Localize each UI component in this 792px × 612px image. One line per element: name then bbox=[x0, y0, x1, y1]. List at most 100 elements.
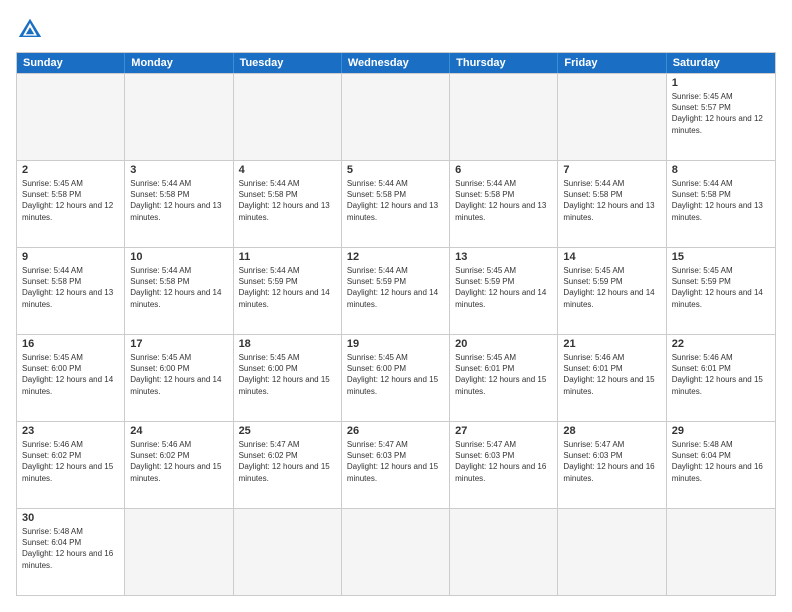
cell-info: Sunrise: 5:47 AM Sunset: 6:03 PM Dayligh… bbox=[347, 439, 444, 484]
cell-info: Sunrise: 5:44 AM Sunset: 5:58 PM Dayligh… bbox=[347, 178, 444, 223]
day-number: 20 bbox=[455, 338, 552, 350]
calendar-cell: 12 Sunrise: 5:44 AM Sunset: 5:59 PM Dayli… bbox=[342, 248, 450, 334]
cell-info: Sunrise: 5:48 AM Sunset: 6:04 PM Dayligh… bbox=[22, 526, 119, 571]
header-day-friday: Friday bbox=[558, 53, 666, 73]
cell-info: Sunrise: 5:45 AM Sunset: 5:59 PM Dayligh… bbox=[455, 265, 552, 310]
cell-info: Sunrise: 5:44 AM Sunset: 5:58 PM Dayligh… bbox=[672, 178, 770, 223]
calendar-row-3: 16 Sunrise: 5:45 AM Sunset: 6:00 PM Dayli… bbox=[17, 334, 775, 421]
calendar-cell: 17Sunrise: 5:45 AM Sunset: 6:00 PM Dayli… bbox=[125, 335, 233, 421]
cell-info: Sunrise: 5:45 AM Sunset: 6:00 PM Dayligh… bbox=[239, 352, 336, 397]
header-day-sunday: Sunday bbox=[17, 53, 125, 73]
cell-info: Sunrise: 5:45 AM Sunset: 5:59 PM Dayligh… bbox=[672, 265, 770, 310]
day-number: 19 bbox=[347, 338, 444, 350]
cell-info: Sunrise: 5:47 AM Sunset: 6:03 PM Dayligh… bbox=[455, 439, 552, 484]
calendar-cell bbox=[234, 74, 342, 160]
day-number: 14 bbox=[563, 251, 660, 263]
calendar-cell: 25Sunrise: 5:47 AM Sunset: 6:02 PM Dayli… bbox=[234, 422, 342, 508]
cell-info: Sunrise: 5:46 AM Sunset: 6:01 PM Dayligh… bbox=[563, 352, 660, 397]
cell-info: Sunrise: 5:44 AM Sunset: 5:59 PM Dayligh… bbox=[239, 265, 336, 310]
calendar-cell: 27 Sunrise: 5:47 AM Sunset: 6:03 PM Dayli… bbox=[450, 422, 558, 508]
calendar-cell bbox=[234, 509, 342, 595]
logo bbox=[16, 16, 48, 44]
day-number: 11 bbox=[239, 251, 336, 263]
calendar-cell: 10 Sunrise: 5:44 AM Sunset: 5:58 PM Dayli… bbox=[125, 248, 233, 334]
day-number: 2 bbox=[22, 164, 119, 176]
calendar-cell: 20 Sunrise: 5:45 AM Sunset: 6:01 PM Dayli… bbox=[450, 335, 558, 421]
calendar-cell bbox=[450, 74, 558, 160]
day-number: 22 bbox=[672, 338, 770, 350]
day-number: 4 bbox=[239, 164, 336, 176]
calendar-row-1: 2 Sunrise: 5:45 AM Sunset: 5:58 PM Daylig… bbox=[17, 160, 775, 247]
day-number: 5 bbox=[347, 164, 444, 176]
calendar-cell bbox=[450, 509, 558, 595]
day-number: 15 bbox=[672, 251, 770, 263]
calendar: SundayMondayTuesdayWednesdayThursdayFrid… bbox=[16, 52, 776, 596]
cell-info: Sunrise: 5:44 AM Sunset: 5:58 PM Dayligh… bbox=[563, 178, 660, 223]
day-number: 1 bbox=[672, 77, 770, 89]
day-number: 26 bbox=[347, 425, 444, 437]
calendar-cell: 6Sunrise: 5:44 AM Sunset: 5:58 PM Daylig… bbox=[450, 161, 558, 247]
calendar-cell: 13 Sunrise: 5:45 AM Sunset: 5:59 PM Dayli… bbox=[450, 248, 558, 334]
cell-info: Sunrise: 5:44 AM Sunset: 5:58 PM Dayligh… bbox=[22, 265, 119, 310]
cell-info: Sunrise: 5:45 AM Sunset: 6:00 PM Dayligh… bbox=[347, 352, 444, 397]
cell-info: Sunrise: 5:46 AM Sunset: 6:02 PM Dayligh… bbox=[130, 439, 227, 484]
cell-info: Sunrise: 5:46 AM Sunset: 6:02 PM Dayligh… bbox=[22, 439, 119, 484]
cell-info: Sunrise: 5:44 AM Sunset: 5:58 PM Dayligh… bbox=[239, 178, 336, 223]
day-number: 27 bbox=[455, 425, 552, 437]
day-number: 18 bbox=[239, 338, 336, 350]
logo-icon bbox=[16, 16, 44, 44]
cell-info: Sunrise: 5:45 AM Sunset: 6:00 PM Dayligh… bbox=[22, 352, 119, 397]
calendar-cell bbox=[558, 74, 666, 160]
day-number: 29 bbox=[672, 425, 770, 437]
cell-info: Sunrise: 5:45 AM Sunset: 5:59 PM Dayligh… bbox=[563, 265, 660, 310]
day-number: 9 bbox=[22, 251, 119, 263]
day-number: 16 bbox=[22, 338, 119, 350]
calendar-cell: 3Sunrise: 5:44 AM Sunset: 5:58 PM Daylig… bbox=[125, 161, 233, 247]
calendar-cell bbox=[558, 509, 666, 595]
calendar-row-2: 9 Sunrise: 5:44 AM Sunset: 5:58 PM Daylig… bbox=[17, 247, 775, 334]
day-number: 30 bbox=[22, 512, 119, 524]
day-number: 23 bbox=[22, 425, 119, 437]
calendar-cell: 18 Sunrise: 5:45 AM Sunset: 6:00 PM Dayli… bbox=[234, 335, 342, 421]
day-number: 12 bbox=[347, 251, 444, 263]
calendar-cell: 15 Sunrise: 5:45 AM Sunset: 5:59 PM Dayli… bbox=[667, 248, 775, 334]
calendar-cell bbox=[125, 509, 233, 595]
calendar-cell: 28 Sunrise: 5:47 AM Sunset: 6:03 PM Dayli… bbox=[558, 422, 666, 508]
header bbox=[16, 16, 776, 44]
calendar-cell: 8 Sunrise: 5:44 AM Sunset: 5:58 PM Daylig… bbox=[667, 161, 775, 247]
calendar-cell: 21 Sunrise: 5:46 AM Sunset: 6:01 PM Dayli… bbox=[558, 335, 666, 421]
calendar-cell: 23 Sunrise: 5:46 AM Sunset: 6:02 PM Dayli… bbox=[17, 422, 125, 508]
cell-info: Sunrise: 5:45 AM Sunset: 5:58 PM Dayligh… bbox=[22, 178, 119, 223]
cell-info: Sunrise: 5:44 AM Sunset: 5:59 PM Dayligh… bbox=[347, 265, 444, 310]
calendar-row-5: 30 Sunrise: 5:48 AM Sunset: 6:04 PM Dayli… bbox=[17, 508, 775, 595]
day-number: 28 bbox=[563, 425, 660, 437]
calendar-header: SundayMondayTuesdayWednesdayThursdayFrid… bbox=[17, 53, 775, 73]
page: SundayMondayTuesdayWednesdayThursdayFrid… bbox=[0, 0, 792, 612]
header-day-thursday: Thursday bbox=[450, 53, 558, 73]
calendar-cell bbox=[125, 74, 233, 160]
header-day-saturday: Saturday bbox=[667, 53, 775, 73]
day-number: 24 bbox=[130, 425, 227, 437]
calendar-cell: 1 Sunrise: 5:45 AM Sunset: 5:57 PM Daylig… bbox=[667, 74, 775, 160]
day-number: 21 bbox=[563, 338, 660, 350]
calendar-row-4: 23 Sunrise: 5:46 AM Sunset: 6:02 PM Dayli… bbox=[17, 421, 775, 508]
calendar-cell: 19 Sunrise: 5:45 AM Sunset: 6:00 PM Dayli… bbox=[342, 335, 450, 421]
calendar-cell: 16 Sunrise: 5:45 AM Sunset: 6:00 PM Dayli… bbox=[17, 335, 125, 421]
calendar-cell: 2 Sunrise: 5:45 AM Sunset: 5:58 PM Daylig… bbox=[17, 161, 125, 247]
header-day-wednesday: Wednesday bbox=[342, 53, 450, 73]
calendar-cell: 11 Sunrise: 5:44 AM Sunset: 5:59 PM Dayli… bbox=[234, 248, 342, 334]
day-number: 8 bbox=[672, 164, 770, 176]
cell-info: Sunrise: 5:44 AM Sunset: 5:58 PM Dayligh… bbox=[130, 265, 227, 310]
cell-info: Sunrise: 5:44 AM Sunset: 5:58 PM Dayligh… bbox=[455, 178, 552, 223]
calendar-cell: 9 Sunrise: 5:44 AM Sunset: 5:58 PM Daylig… bbox=[17, 248, 125, 334]
cell-info: Sunrise: 5:45 AM Sunset: 6:01 PM Dayligh… bbox=[455, 352, 552, 397]
cell-info: Sunrise: 5:44 AM Sunset: 5:58 PM Dayligh… bbox=[130, 178, 227, 223]
calendar-cell: 26 Sunrise: 5:47 AM Sunset: 6:03 PM Dayli… bbox=[342, 422, 450, 508]
cell-info: Sunrise: 5:45 AM Sunset: 5:57 PM Dayligh… bbox=[672, 91, 770, 136]
cell-info: Sunrise: 5:47 AM Sunset: 6:03 PM Dayligh… bbox=[563, 439, 660, 484]
day-number: 13 bbox=[455, 251, 552, 263]
cell-info: Sunrise: 5:46 AM Sunset: 6:01 PM Dayligh… bbox=[672, 352, 770, 397]
day-number: 7 bbox=[563, 164, 660, 176]
calendar-cell bbox=[667, 509, 775, 595]
day-number: 10 bbox=[130, 251, 227, 263]
